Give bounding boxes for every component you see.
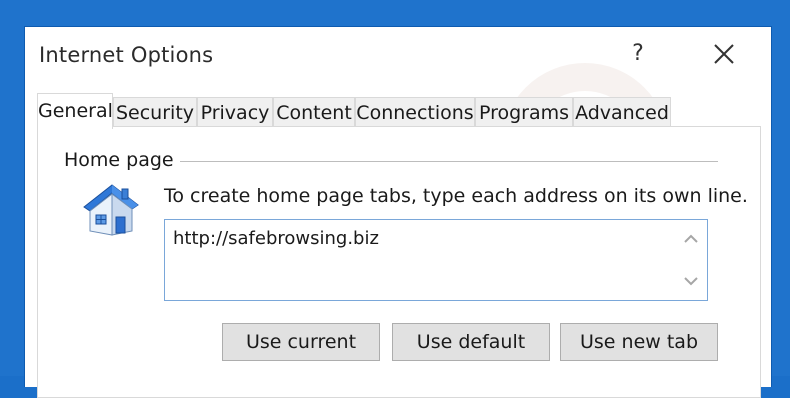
close-icon	[714, 44, 734, 64]
close-button[interactable]	[707, 37, 741, 71]
tab-general[interactable]: General	[37, 93, 113, 129]
home-page-group-label: Home page	[64, 149, 180, 171]
use-new-tab-button[interactable]: Use new tab	[560, 323, 718, 361]
help-button[interactable]: ?	[623, 39, 653, 69]
internet-options-dialog: Internet Options ? General Security Priv…	[24, 26, 772, 398]
use-current-button[interactable]: Use current	[222, 323, 380, 361]
tab-content[interactable]: Content	[273, 97, 355, 127]
home-page-instructions: To create home page tabs, type each addr…	[164, 185, 748, 207]
tab-privacy[interactable]: Privacy	[197, 97, 273, 127]
tab-advanced[interactable]: Advanced	[573, 97, 671, 127]
home-page-address-textarea[interactable]: http://safebrowsing.biz	[164, 219, 708, 301]
scroll-up-icon[interactable]	[677, 228, 705, 250]
home-page-icon	[83, 184, 139, 236]
tab-security[interactable]: Security	[113, 97, 197, 127]
group-divider	[178, 161, 718, 162]
scroll-down-icon[interactable]	[677, 270, 705, 292]
tab-connections[interactable]: Connections	[355, 97, 475, 127]
general-tab-panel: Home page To create home page tabs, type…	[37, 126, 761, 398]
dialog-title: Internet Options	[39, 43, 214, 67]
tab-programs[interactable]: Programs	[475, 97, 573, 127]
home-page-address-value: http://safebrowsing.biz	[173, 228, 379, 249]
use-default-button[interactable]: Use default	[392, 323, 550, 361]
title-bar: Internet Options ?	[25, 27, 771, 83]
